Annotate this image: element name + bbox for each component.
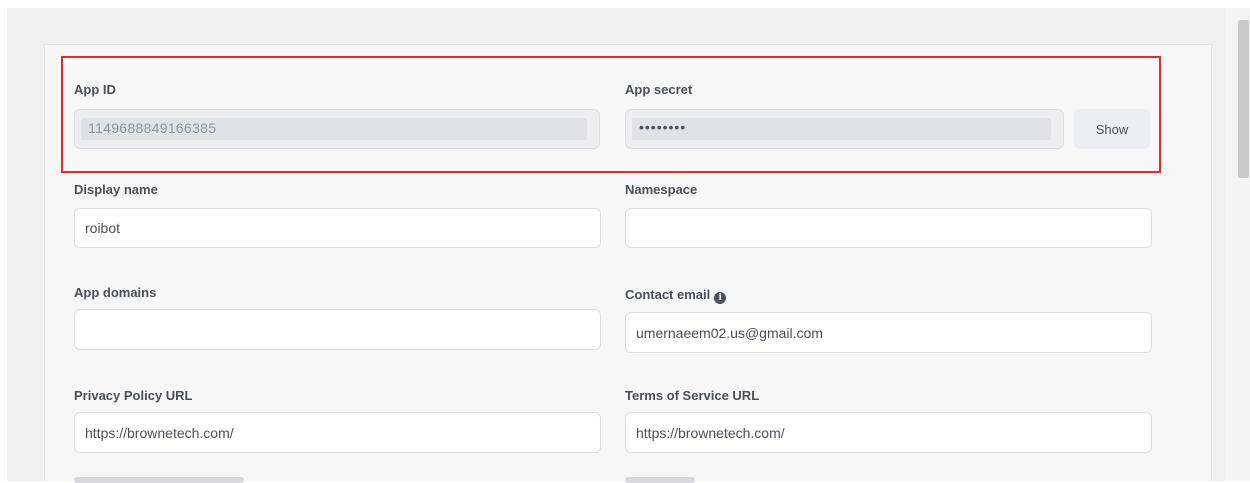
next-field-label-right <box>625 477 695 483</box>
next-field-label-left <box>74 477 244 483</box>
scrollbar-thumb[interactable] <box>1238 20 1249 178</box>
display-name-input[interactable] <box>74 208 601 248</box>
contact-email-label: Contact email i <box>625 287 727 304</box>
credentials-highlight-box <box>61 56 1161 173</box>
namespace-label: Namespace <box>625 182 698 197</box>
app-domains-input[interactable] <box>74 309 601 350</box>
privacy-policy-url-label: Privacy Policy URL <box>74 388 193 403</box>
display-name-label: Display name <box>74 182 158 197</box>
info-icon[interactable]: i <box>714 292 727 304</box>
contact-email-input[interactable] <box>625 312 1152 353</box>
contact-email-label-text: Contact email <box>625 287 711 302</box>
namespace-input[interactable] <box>625 208 1152 248</box>
vertical-scrollbar[interactable] <box>1225 8 1250 481</box>
app-domains-label: App domains <box>74 285 157 300</box>
privacy-policy-url-input[interactable] <box>74 412 601 453</box>
terms-of-service-url-label: Terms of Service URL <box>625 388 760 403</box>
terms-of-service-url-input[interactable] <box>625 412 1152 453</box>
